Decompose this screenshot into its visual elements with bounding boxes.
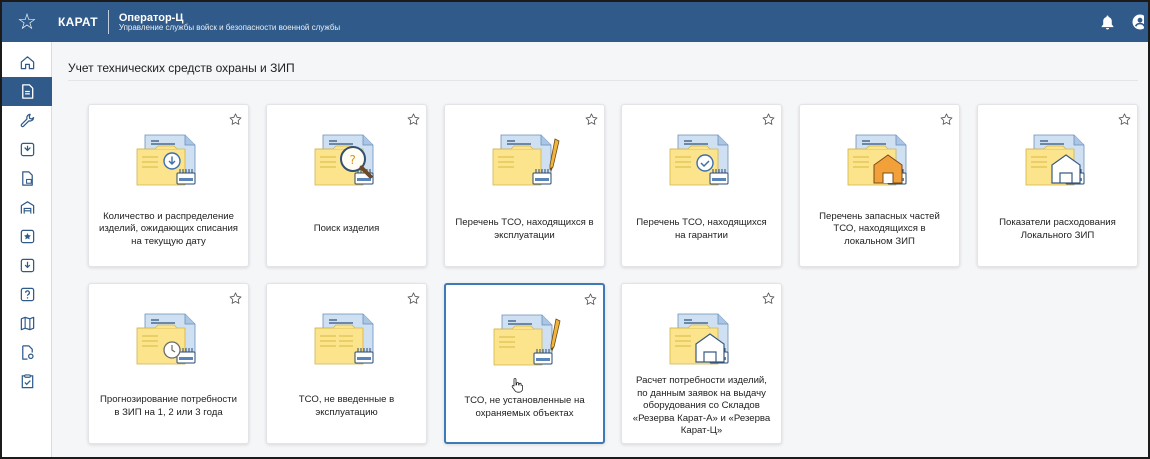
document-settings-icon: [21, 345, 34, 360]
clock-card-icon: [136, 313, 196, 365]
report-card[interactable]: Перечень ТСО, находящихся на гарантии: [621, 104, 782, 267]
sidebar-item-settings-doc[interactable]: [2, 338, 52, 367]
report-card[interactable]: ТСО, не введенные в эксплуатацию: [266, 283, 427, 444]
favorite-star-icon[interactable]: [229, 113, 242, 126]
sidebar: [2, 42, 52, 457]
svg-text:?: ?: [350, 153, 356, 167]
report-card[interactable]: Перечень ТСО, находящихся в эксплуатации: [444, 104, 605, 267]
favorite-star-icon[interactable]: [762, 292, 775, 305]
report-card[interactable]: Расчет потребности изделий, по данным за…: [621, 283, 782, 444]
sidebar-item-documents-stack[interactable]: [2, 164, 52, 193]
favorite-star-icon[interactable]: [585, 113, 598, 126]
warehouse-card-icon: [847, 134, 907, 186]
card-label: Поиск изделия: [313, 223, 380, 235]
card-label: Прогнозирование потребности в ЗИП на 1, …: [100, 394, 237, 418]
report-card[interactable]: ? Поиск изделия: [266, 104, 427, 267]
card-label: ТСО, не введенные в эксплуатацию: [298, 394, 395, 418]
card-label: Перечень запасных частей ТСО, находящихс…: [819, 210, 940, 247]
report-card[interactable]: ТСО, не установленные на охраняемых объе…: [444, 283, 605, 444]
document-icon: [21, 84, 33, 99]
header-divider: [107, 10, 109, 34]
card-label: Перечень ТСО, находящихся на гарантии: [636, 217, 767, 241]
header-titles: Оператор-Ц Управление службы войск и без…: [119, 12, 340, 33]
map-icon: [20, 316, 34, 331]
card-label: ТСО, не установленные на охраняемых объе…: [464, 395, 585, 419]
download-card-icon: [136, 134, 196, 186]
list-card-icon: [314, 313, 374, 365]
favorite-star-icon[interactable]: [762, 113, 775, 126]
sidebar-item-help[interactable]: [2, 280, 52, 309]
download-icon: [20, 258, 34, 273]
app-window: ☆ КАРАТ Оператор-Ц Управление службы вой…: [0, 0, 1150, 459]
card-label: Показатели расходования Локального ЗИП: [999, 217, 1116, 241]
pencil-card-icon: [493, 314, 561, 366]
card-label: Количество и распределение изделий, ожид…: [99, 210, 238, 247]
report-card[interactable]: Количество и распределение изделий, ожид…: [88, 104, 249, 267]
sidebar-item-protection[interactable]: [2, 135, 52, 164]
card-label: Расчет потребности изделий, по данным за…: [632, 375, 771, 437]
star-badge-icon: [20, 229, 34, 244]
app-title: Оператор-Ц: [118, 11, 184, 24]
sidebar-item-home[interactable]: [2, 48, 52, 77]
warehouse-icon: [20, 201, 34, 214]
question-icon: [20, 287, 34, 302]
app-logo[interactable]: КАРАТ: [58, 15, 98, 29]
title-divider: [68, 80, 1138, 81]
report-card[interactable]: Перечень запасных частей ТСО, находящихс…: [799, 104, 960, 267]
hand-cursor-icon: [511, 378, 523, 393]
favorite-star-icon[interactable]: [407, 113, 420, 126]
clipboard-check-icon: [21, 374, 33, 389]
warehouse-outline-card-icon: [1025, 134, 1085, 186]
sidebar-item-tools[interactable]: [2, 106, 52, 135]
page-title: Учет технических средств охраны и ЗИП: [68, 61, 295, 75]
sidebar-item-download[interactable]: [2, 251, 52, 280]
bell-icon[interactable]: [1101, 15, 1114, 30]
pencil-card-icon: [492, 134, 560, 186]
favorites-star-icon[interactable]: ☆: [2, 2, 52, 42]
user-circle-icon[interactable]: [1132, 14, 1144, 30]
warehouse-outline-card-icon: [669, 313, 729, 365]
favorite-star-icon[interactable]: [940, 113, 953, 126]
shield-arrow-icon: [20, 142, 34, 157]
sidebar-item-map[interactable]: [2, 309, 52, 338]
favorite-star-icon[interactable]: [229, 292, 242, 305]
sidebar-item-favorites[interactable]: [2, 222, 52, 251]
check-card-icon: [669, 134, 729, 186]
favorite-star-icon[interactable]: [584, 293, 597, 306]
sidebar-item-warehouse[interactable]: [2, 193, 52, 222]
top-bar: ☆ КАРАТ Оператор-Ц Управление службы вой…: [2, 2, 1148, 42]
app-subtitle: Управление службы войск и безопасности в…: [118, 22, 341, 32]
report-card[interactable]: Прогнозирование потребности в ЗИП на 1, …: [88, 283, 249, 444]
header-actions: [1101, 2, 1148, 42]
main-content: Учет технических средств охраны и ЗИП Ко…: [53, 42, 1148, 457]
card-label: Перечень ТСО, находящихся в эксплуатации: [455, 217, 594, 241]
favorite-star-icon[interactable]: [1118, 113, 1131, 126]
sidebar-item-documents[interactable]: [2, 77, 52, 106]
document-stack-icon: [21, 171, 33, 186]
search-card-icon: ?: [314, 134, 374, 186]
report-card[interactable]: Показатели расходования Локального ЗИП: [977, 104, 1138, 267]
home-icon: [20, 56, 34, 70]
sidebar-item-tasks[interactable]: [2, 367, 52, 396]
favorite-star-icon[interactable]: [407, 292, 420, 305]
wrench-icon: [20, 113, 34, 128]
